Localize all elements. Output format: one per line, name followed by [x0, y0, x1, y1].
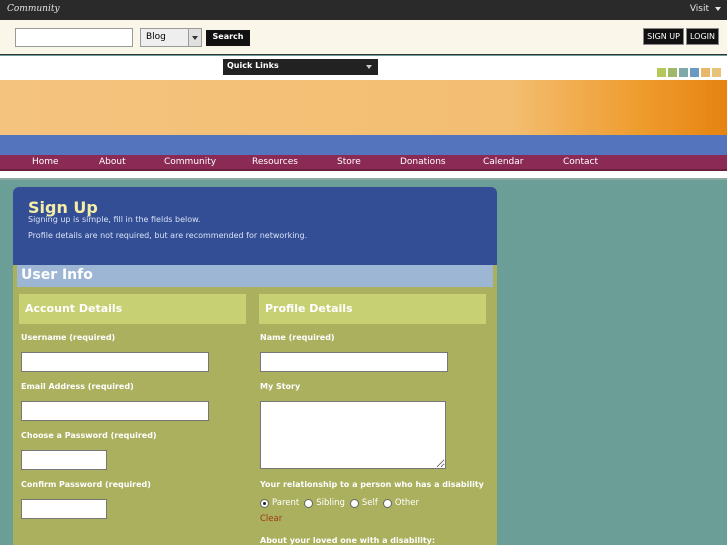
site-brand[interactable]: Community — [7, 4, 60, 14]
search-input[interactable] — [15, 28, 133, 47]
nav-community[interactable]: Community — [164, 157, 216, 167]
radio-label: Self — [361, 498, 378, 508]
login-button[interactable]: LOGIN — [685, 28, 719, 45]
swatch[interactable] — [690, 68, 699, 77]
account-details-heading: Account Details — [19, 294, 246, 324]
username-label: Username (required) — [21, 333, 116, 342]
auth-buttons: SIGN UP LOGIN — [641, 28, 719, 45]
quick-links-dropdown[interactable]: Quick Links — [223, 59, 378, 75]
story-field[interactable] — [260, 401, 446, 469]
clear-link[interactable]: Clear — [260, 514, 282, 524]
nav-donations[interactable]: Donations — [400, 157, 446, 167]
user-info-heading: User Info — [17, 265, 493, 287]
chevron-down-icon — [188, 29, 201, 46]
password-field[interactable] — [21, 450, 107, 470]
radio-button[interactable] — [382, 498, 392, 508]
swatch[interactable] — [668, 68, 677, 77]
nav-store[interactable]: Store — [337, 157, 361, 167]
relationship-label: Your relationship to a person who has a … — [260, 480, 484, 489]
signup-note: Profile details are not required, but ar… — [28, 231, 308, 240]
password-label: Choose a Password (required) — [21, 431, 157, 440]
signup-panel: Sign Up Signing up is simple, fill in th… — [13, 187, 497, 545]
nav-resources[interactable]: Resources — [252, 157, 298, 167]
chevron-down-icon — [715, 6, 721, 11]
chevron-down-icon — [366, 65, 372, 69]
radio-sibling[interactable]: Sibling — [304, 498, 345, 508]
profile-details-heading: Profile Details — [259, 294, 486, 324]
search-bar: Blog Search SIGN UP LOGIN — [0, 20, 727, 55]
search-scope-select[interactable]: Blog — [140, 28, 202, 47]
swatch[interactable] — [657, 68, 666, 77]
quick-links-label: Quick Links — [227, 61, 279, 70]
radio-label: Parent — [272, 498, 300, 508]
story-label: My Story — [260, 382, 301, 391]
nav-home[interactable]: Home — [32, 157, 59, 167]
radio-label: Sibling — [316, 498, 345, 508]
radio-button[interactable] — [304, 498, 314, 508]
radio-button[interactable] — [260, 498, 269, 508]
radio-label: Other — [394, 498, 420, 508]
radio-other[interactable]: Other — [382, 498, 420, 508]
header-banner — [0, 80, 727, 136]
visit-label: Visit — [689, 4, 709, 14]
color-swatches — [655, 68, 721, 77]
main-nav: Home About Community Resources Store Don… — [0, 155, 727, 171]
signup-button[interactable]: SIGN UP — [643, 28, 684, 45]
email-field[interactable] — [21, 401, 209, 421]
swatch[interactable] — [701, 68, 710, 77]
top-bar: Community Visit — [0, 0, 727, 20]
swatch[interactable] — [679, 68, 688, 77]
name-field[interactable] — [260, 352, 448, 372]
signup-header: Sign Up Signing up is simple, fill in th… — [13, 187, 497, 265]
confirm-password-label: Confirm Password (required) — [21, 480, 151, 489]
header-stripe — [0, 135, 727, 155]
visit-menu[interactable]: Visit — [690, 4, 721, 14]
radio-self[interactable]: Self — [349, 498, 378, 508]
confirm-password-field[interactable] — [21, 499, 107, 519]
nav-about[interactable]: About — [99, 157, 126, 167]
search-scope-value: Blog — [146, 32, 166, 42]
loved-one-label: About your loved one with a disability: — [260, 536, 436, 545]
radio-button[interactable] — [349, 498, 359, 508]
email-label: Email Address (required) — [21, 382, 134, 391]
nav-calendar[interactable]: Calendar — [483, 157, 523, 167]
nav-contact[interactable]: Contact — [563, 157, 598, 167]
signup-intro: Signing up is simple, fill in the fields… — [28, 215, 201, 224]
relationship-options: Parent Sibling Self Other — [260, 498, 424, 508]
search-button[interactable]: Search — [206, 30, 250, 46]
name-label: Name (required) — [260, 333, 335, 342]
username-field[interactable] — [21, 352, 209, 372]
swatch[interactable] — [712, 68, 721, 77]
radio-parent[interactable]: Parent — [260, 498, 299, 508]
